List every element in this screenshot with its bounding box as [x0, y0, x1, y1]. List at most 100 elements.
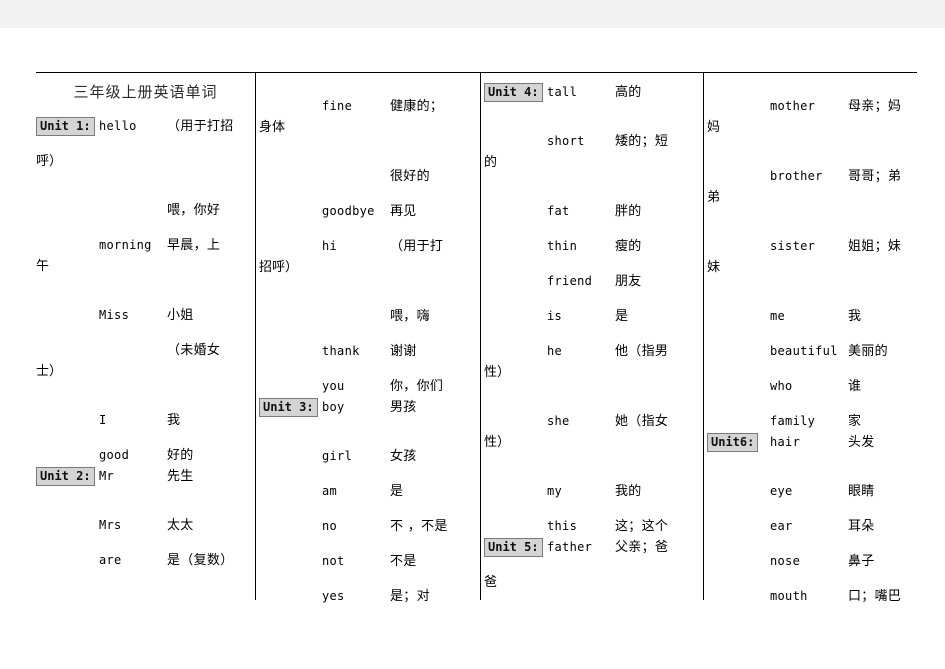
unit-cell — [259, 565, 322, 600]
chinese-translation: 哥哥；弟 — [848, 169, 902, 184]
column-2: fine 健康的； 身体 很好的 goodbye 再见 hi （用于打 招呼） 喂，嗨 thank 谢… — [255, 73, 480, 604]
chinese-translation: 胖的 — [615, 204, 642, 219]
table-row: I我 — [36, 389, 255, 428]
english-word: mother — [770, 99, 816, 113]
unit-cell — [36, 424, 99, 459]
unit-cell: Unit 5: — [484, 530, 547, 565]
unit-cell — [707, 285, 770, 320]
unit-cell: Unit6: — [707, 425, 770, 460]
english-word: Mrs — [99, 518, 122, 532]
english-word: no — [322, 519, 338, 533]
chinese-translation: 瘦的 — [615, 239, 642, 254]
english-word: mouth — [770, 589, 808, 603]
table-row: mother 母亲；妈 — [707, 75, 917, 114]
table-row: Unit 2: Mr 先生 — [36, 459, 255, 494]
page-title: 三年级上册英语单词 — [73, 83, 218, 101]
english-word: thin — [547, 239, 578, 253]
chinese-translation: 矮的；短 — [615, 134, 669, 149]
english-word: who — [770, 379, 793, 393]
translation-continuation: 爸 — [484, 575, 498, 590]
chinese-translation: 喂，嗨 — [390, 309, 430, 324]
english-word: my — [547, 484, 563, 498]
english-word: are — [99, 553, 122, 567]
chinese-translation: 父亲；爸 — [615, 540, 669, 555]
chinese-translation: 眼睛 — [848, 484, 875, 499]
unit-cell — [484, 495, 547, 530]
table-row: my 我的 — [484, 460, 703, 499]
chinese-translation: （用于打招 — [167, 119, 234, 134]
table-row: Miss 小姐 — [36, 284, 255, 323]
column-4: mother 母亲；妈妈 brother 哥哥；弟弟 sister 姐姐；妹妹 me 我 bea… — [703, 73, 917, 604]
table-row: short 矮的；短 — [484, 110, 703, 149]
english-word: short — [547, 134, 585, 148]
english-word: hello — [99, 119, 137, 133]
unit-cell — [707, 215, 770, 250]
chinese-translation: 谁 — [848, 379, 862, 394]
chinese-translation: 健康的； — [390, 99, 444, 114]
unit-badge: Unit 1: — [36, 117, 95, 136]
table-row: Unit 5: father 父亲；爸 — [484, 530, 703, 565]
table-row: fat 胖的 — [484, 180, 703, 219]
unit-cell — [259, 285, 322, 320]
chinese-translation: 早晨，上 — [167, 238, 221, 253]
english-word: Miss — [99, 308, 130, 322]
english-word: sister — [770, 239, 816, 253]
chinese-translation: 谢谢 — [390, 344, 417, 359]
chinese-translation: 美丽的 — [848, 344, 888, 359]
table-row: 喂，嗨 — [259, 285, 480, 324]
english-word: me — [770, 309, 786, 323]
unit-badge: Unit 3: — [259, 398, 318, 417]
unit-cell — [259, 425, 322, 460]
chinese-translation: 先生 — [167, 469, 194, 484]
unit-cell: Unit 2: — [36, 459, 99, 494]
unit-cell — [707, 320, 770, 355]
unit-cell — [259, 530, 322, 565]
chinese-translation: 耳朵 — [848, 519, 875, 534]
unit-cell — [259, 460, 322, 495]
unit-cell — [707, 530, 770, 565]
unit-cell — [36, 284, 99, 319]
unit-badge: Unit 5: — [484, 538, 543, 557]
english-word: am — [322, 484, 338, 498]
translation-continuation: 呼） — [36, 154, 63, 169]
unit-cell — [707, 355, 770, 390]
chinese-translation: 朋友 — [615, 274, 642, 289]
word-list-table: 三年级上册英语单词 Unit 1: hello （用于打招 呼） 喂，你好 morning 早… — [36, 73, 917, 626]
column-1: 三年级上册英语单词 Unit 1: hello （用于打招 呼） 喂，你好 morning 早… — [36, 73, 255, 598]
english-word: eye — [770, 484, 793, 498]
english-word: ear — [770, 519, 793, 533]
unit-cell — [484, 180, 547, 215]
english-word: brother — [770, 169, 823, 183]
english-word: nose — [770, 554, 801, 568]
table-row: Unit 3: boy 男孩 — [259, 390, 480, 425]
unit-cell — [259, 145, 322, 180]
chinese-translation: 再见 — [390, 204, 417, 219]
table-row: Unit 1: hello （用于打招 — [36, 109, 255, 144]
unit-cell — [36, 214, 99, 249]
unit-cell — [707, 390, 770, 425]
document-page: 三年级上册英语单词 Unit 1: hello （用于打招 呼） 喂，你好 morning 早… — [0, 28, 945, 669]
unit-badge: Unit 2: — [36, 467, 95, 486]
unit-cell — [36, 319, 99, 354]
unit-cell — [259, 495, 322, 530]
unit-cell — [36, 179, 99, 214]
chinese-translation: 不是 — [390, 554, 417, 569]
unit-cell — [484, 390, 547, 425]
english-word: he — [547, 344, 563, 358]
unit-badge: Unit 4: — [484, 83, 543, 102]
english-word: tall — [547, 85, 578, 99]
unit-cell — [484, 320, 547, 355]
english-word: she — [547, 414, 570, 428]
chinese-translation: 口；嘴巴 — [848, 589, 902, 604]
english-word: beautiful — [770, 344, 838, 358]
chinese-translation: 是 — [390, 484, 404, 499]
unit-cell — [484, 285, 547, 320]
chinese-translation: 很好的 — [390, 169, 430, 184]
english-word: is — [547, 309, 563, 323]
unit-cell — [36, 494, 99, 529]
table-row: Unit6: hair 头发 — [707, 425, 917, 460]
chinese-translation: （用于打 — [390, 239, 444, 254]
table-row: me 我 — [707, 285, 917, 324]
chinese-translation: 女孩 — [390, 449, 417, 464]
unit-cell: Unit 4: — [484, 75, 547, 110]
